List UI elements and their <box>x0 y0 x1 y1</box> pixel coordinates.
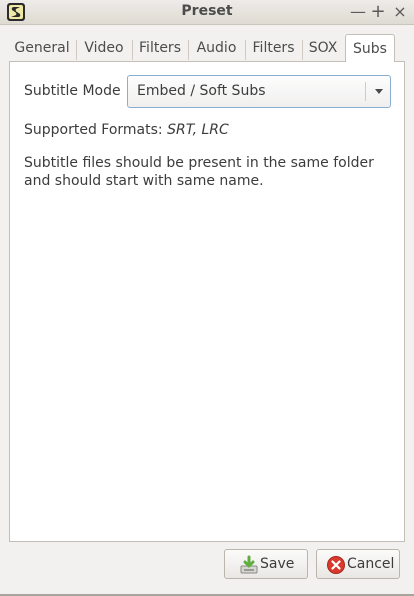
tab-filters-1[interactable]: Filters <box>133 36 187 62</box>
cancel-button-label: Cancel <box>347 556 395 572</box>
subtitle-mode-value: Embed / Soft Subs <box>137 83 266 99</box>
tab-subs[interactable]: Subs <box>345 34 395 62</box>
subtitle-mode-dropdown[interactable]: Embed / Soft Subs <box>127 75 391 108</box>
maximize-icon[interactable]: + <box>367 0 389 24</box>
save-icon <box>239 555 259 575</box>
dropdown-separator <box>365 82 366 101</box>
tab-filters-2[interactable]: Filters <box>246 36 301 62</box>
help-line-2: and should start with same name. <box>24 173 264 189</box>
supported-formats-label: Supported Formats: <box>24 122 163 138</box>
minimize-icon[interactable]: — <box>347 0 369 24</box>
tab-sox[interactable]: SOX <box>303 36 343 62</box>
subtitle-mode-label: Subtitle Mode <box>24 83 121 99</box>
save-button[interactable]: Save <box>224 549 308 579</box>
close-icon[interactable]: × <box>389 0 411 24</box>
tab-video[interactable]: Video <box>77 36 131 62</box>
chevron-down-icon <box>375 89 383 94</box>
help-line-1: Subtitle files should be present in the … <box>24 155 374 171</box>
title-bar[interactable]: Preset — + × <box>0 0 414 25</box>
tab-audio[interactable]: Audio <box>189 36 244 62</box>
cancel-icon <box>326 555 346 575</box>
save-button-label: Save <box>260 556 295 572</box>
tab-general[interactable]: General <box>9 36 75 62</box>
supported-formats-list: SRT, LRC <box>167 122 229 138</box>
cancel-button[interactable]: Cancel <box>316 549 400 579</box>
subtitle-help-text: Subtitle files should be present in the … <box>24 154 394 190</box>
tab-bar: General Video Filters Audio Filters SOX … <box>9 34 405 62</box>
supported-formats: Supported Formats: SRT, LRC <box>24 122 229 138</box>
subs-panel: Subtitle Mode Embed / Soft Subs Supporte… <box>9 61 405 542</box>
preset-dialog: Preset — + × General Video Filters Audio… <box>0 0 414 596</box>
